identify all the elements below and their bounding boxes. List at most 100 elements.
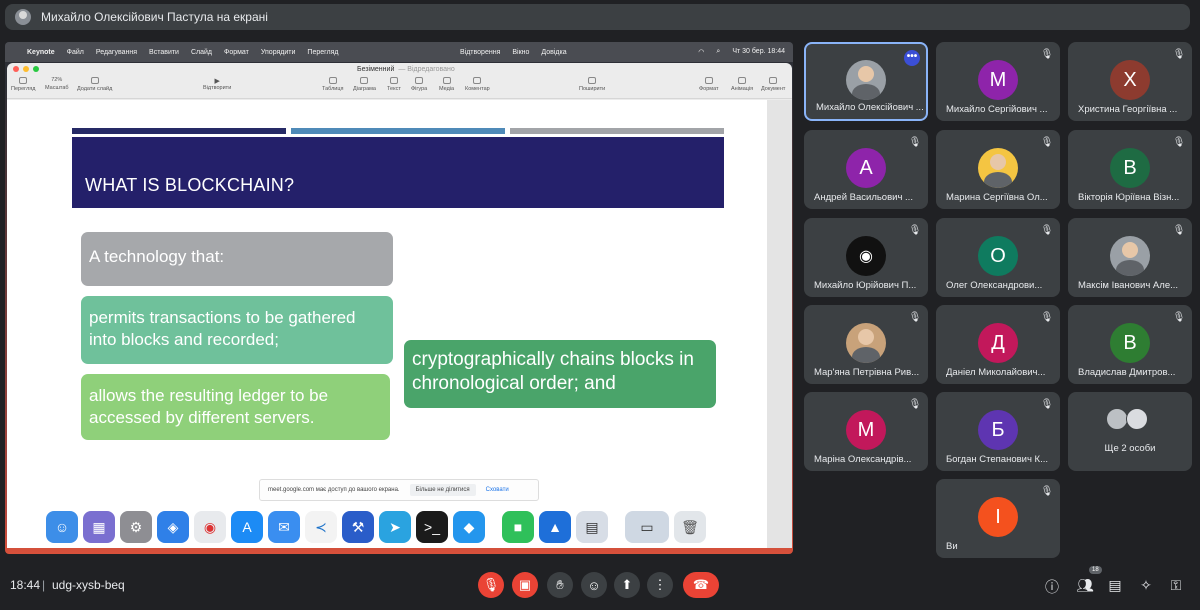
slide-box-transactions: permits transactions to be gathered into…: [81, 296, 393, 364]
screen-icon: ▭: [625, 511, 669, 543]
self-avatar: І: [978, 497, 1018, 537]
menubar-item: Довідка: [541, 48, 567, 56]
facetime-icon: ■: [502, 511, 534, 543]
finder-icon: ☺: [46, 511, 78, 543]
keynote-titlebar: Безіменний — Відредаговано: [7, 63, 792, 75]
participant-avatar: [978, 148, 1018, 188]
stripe-blue: [291, 128, 505, 134]
chart-icon: [360, 77, 369, 84]
participant-tile[interactable]: Д 🎙︎ Даніел Миколайович...: [936, 305, 1060, 384]
participant-name: Марина Сергіївна Ол...: [946, 192, 1048, 203]
toolbar-label: Коментар: [465, 86, 490, 92]
self-tile[interactable]: І 🎙︎ Ви: [936, 479, 1060, 558]
text-icon: [389, 77, 398, 84]
toolbar-label: Формат: [699, 86, 719, 92]
menubar-item: Слайд: [190, 48, 212, 56]
stripe-navy: [72, 128, 286, 134]
preview-icon: ▤: [576, 511, 608, 543]
participant-name: Андрей Васильович ...: [814, 192, 913, 203]
mac-menubar: Keynote Файл Редагування Вставити Слайд …: [5, 42, 793, 62]
mic-off-icon: 🎙︎: [1172, 312, 1186, 323]
participant-name: Михайло Сергійович ...: [946, 104, 1048, 115]
keynote-window: Безіменний — Відредаговано Перегляд 72% Ма…: [7, 63, 792, 548]
participant-avatar: В: [1110, 148, 1150, 188]
toolbar-label: Анімація: [731, 86, 754, 92]
emoji-button[interactable]: ☺: [581, 572, 607, 598]
toolbar-label: Діаграма: [353, 86, 376, 92]
trash-icon: 🗑: [674, 511, 706, 543]
participant-tile[interactable]: Х 🎙︎ Христина Георгіївна ...: [1068, 42, 1192, 121]
presenter-bar: Михайло Олексійович Пастула на екрані: [5, 4, 1190, 30]
document-title: Безіменний — Відредаговано: [357, 66, 455, 73]
toolbar-text: Текст: [387, 77, 401, 92]
toolbar-label: Медіа: [439, 86, 455, 92]
raise-hand-button[interactable]: ✋︎: [547, 572, 573, 598]
more-options-icon[interactable]: •••: [904, 50, 920, 66]
menubar-item: Файл: [66, 48, 84, 56]
settings-icon: ⚙: [120, 511, 152, 543]
participant-tile[interactable]: Б 🎙︎ Богдан Степанович К...: [936, 392, 1060, 471]
more-participants-label: Ще 2 особи: [1104, 443, 1156, 454]
participant-avatar: В: [1110, 323, 1150, 363]
meeting-controls-bar: 18:44 | udg-xysb-beq 🎙︎ ▣ ✋︎ ☺ ⬆ ⋮ ☎︎ ⓘ …: [0, 566, 1200, 610]
mic-off-icon: 🎙︎: [908, 399, 922, 410]
toolbar-chart: Діаграма: [353, 77, 376, 92]
participant-tile[interactable]: 🎙︎ Марина Сергіївна Ол...: [936, 130, 1060, 209]
shared-screen: Keynote Файл Редагування Вставити Слайд …: [5, 42, 793, 554]
mic-off-icon: 🎙︎: [1172, 49, 1186, 60]
menubar-item: Перегляд: [307, 48, 339, 56]
format-icon: [704, 77, 713, 84]
participant-name: Богдан Степанович К...: [946, 454, 1049, 465]
participant-tile[interactable]: М 🎙︎ Михайло Сергійович ...: [936, 42, 1060, 121]
slide-box-chains: cryptographically chains blocks in chron…: [404, 340, 716, 408]
more-participants-tile[interactable]: Ще 2 особи: [1068, 392, 1192, 471]
mic-off-button[interactable]: 🎙︎: [478, 572, 504, 598]
meeting-time: 18:44: [10, 578, 41, 592]
lock-icon[interactable]: ⚿: [1168, 577, 1184, 594]
toolbar-play: ▶ Відтворити: [203, 77, 231, 91]
participant-avatar: Б: [978, 410, 1018, 450]
activities-icon[interactable]: ✧: [1138, 577, 1154, 594]
end-call-button[interactable]: ☎︎: [683, 572, 719, 598]
toolbar-label: Поширити: [579, 86, 606, 92]
menubar-clock: Чт 30 бер. 18:44: [732, 48, 785, 55]
slide-title: WHAT IS BLOCKCHAIN?: [85, 175, 295, 195]
stop-sharing-button: Більше не ділитися: [409, 484, 476, 496]
menubar-item: Формат: [224, 48, 249, 56]
participant-tile[interactable]: О 🎙︎ Олег Олександрови...: [936, 218, 1060, 297]
present-button[interactable]: ⬆: [614, 572, 640, 598]
more-options-button[interactable]: ⋮: [647, 572, 673, 598]
people-icon[interactable]: 👥︎: [1076, 577, 1094, 594]
camera-off-button[interactable]: ▣: [512, 572, 538, 598]
toolbar-add-slide: Додати слайд: [77, 77, 112, 92]
participant-tile[interactable]: А 🎙︎ Андрей Васильович ...: [804, 130, 928, 209]
mac-dock: ☺ ▦ ⚙ ◈ ◉ A ✉ ≺ ⚒ ➤ >_ ◆ ■ ▲ ▤ ▭ 🗑: [40, 506, 765, 548]
mic-off-icon: 🎙︎: [1040, 486, 1054, 497]
dock-separator: [493, 513, 494, 541]
participant-tile[interactable]: ••• Михайло Олексійович ...: [804, 42, 928, 121]
table-icon: [328, 77, 337, 84]
toolbar-shape: Фігура: [411, 77, 427, 92]
menubar-mid-items: Відтворення Вікно Довідка: [460, 49, 567, 56]
presenter-label: Михайло Олексійович Пастула на екрані: [41, 10, 268, 24]
participant-name: Мар'яна Петрівна Рив...: [814, 367, 920, 378]
participant-name: Максім Іванович Але...: [1078, 280, 1179, 291]
participant-avatar: Д: [978, 323, 1018, 363]
participant-tile[interactable]: В 🎙︎ Владислав Дмитров...: [1068, 305, 1192, 384]
participant-name: Владислав Дмитров...: [1078, 367, 1176, 378]
telegram-icon: ➤: [379, 511, 411, 543]
mic-off-icon: 🎙︎: [1040, 225, 1054, 236]
participant-tile[interactable]: 🎙︎ Максім Іванович Але...: [1068, 218, 1192, 297]
participant-name: Михайло Олексійович ...: [816, 102, 924, 113]
stripe-grey: [510, 128, 724, 134]
participant-tile[interactable]: М 🎙︎ Маріна Олександрів...: [804, 392, 928, 471]
menubar-item: Відтворення: [460, 48, 501, 56]
mic-off-icon: 🎙︎: [908, 225, 922, 236]
menubar-item: Редагування: [95, 48, 138, 56]
participant-tile[interactable]: В 🎙︎ Вікторія Юріївна Візн...: [1068, 130, 1192, 209]
participant-tile[interactable]: ◉ 🎙︎ Михайло Юрійович П...: [804, 218, 928, 297]
chat-icon[interactable]: ▤: [1107, 577, 1123, 594]
participant-tile[interactable]: 🎙︎ Мар'яна Петрівна Рив...: [804, 305, 928, 384]
animate-icon: [738, 77, 747, 84]
info-icon[interactable]: ⓘ: [1044, 577, 1060, 597]
